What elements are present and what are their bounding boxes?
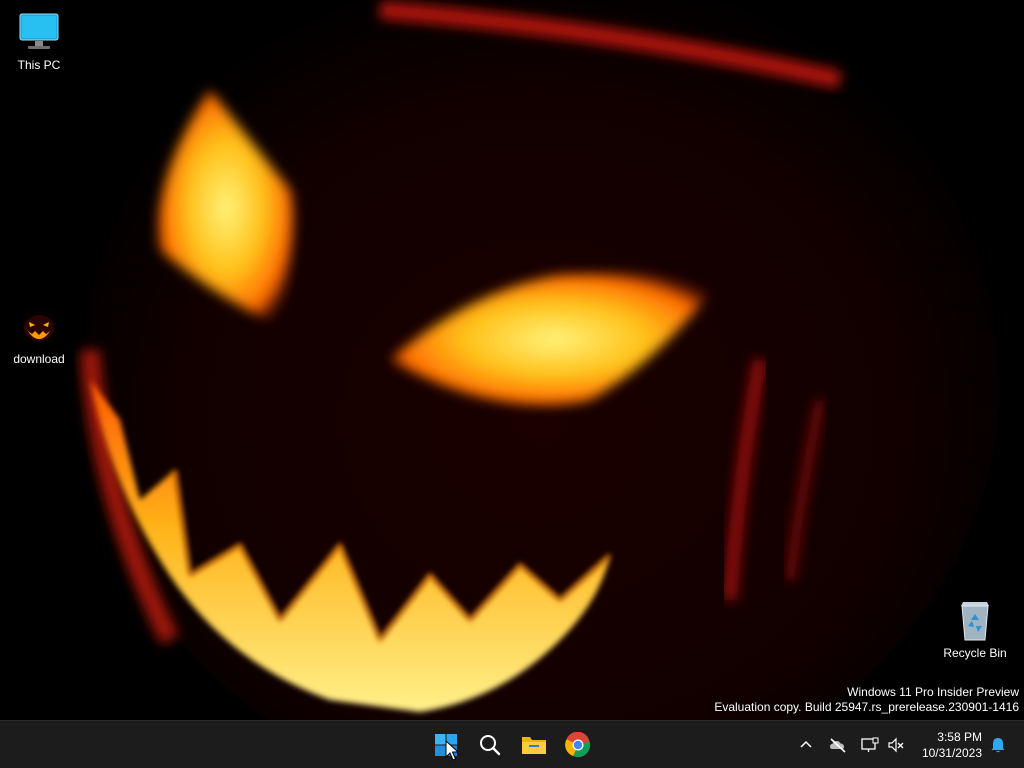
watermark-line-2: Evaluation copy. Build 25947.rs_prerelea… <box>714 700 1019 714</box>
desktop-icon-download[interactable]: download <box>1 302 77 367</box>
download-label: download <box>13 352 65 366</box>
chrome-icon <box>565 732 591 758</box>
file-explorer-button[interactable] <box>514 725 554 765</box>
volume-button[interactable] <box>884 733 908 757</box>
this-pc-label: This PC <box>17 58 61 72</box>
this-pc-icon <box>19 13 59 49</box>
display-icon <box>861 737 879 752</box>
recycle-bin-icon <box>961 602 989 641</box>
search-icon <box>480 735 501 756</box>
clock[interactable]: 3:58 PM 10/31/2023 <box>922 729 982 761</box>
search-button[interactable] <box>470 725 510 765</box>
folder-icon <box>522 737 546 754</box>
network-status-button[interactable] <box>826 733 850 757</box>
clock-time: 3:58 PM <box>937 730 982 744</box>
recycle-bin-label: Recycle Bin <box>943 646 1007 660</box>
chrome-button[interactable] <box>558 725 598 765</box>
pumpkin-wallpaper <box>0 0 1024 720</box>
volume-muted-icon <box>888 737 904 753</box>
bell-icon <box>991 738 1005 753</box>
desktop[interactable]: This PC download Recycle Bin Windows 11 … <box>0 0 1024 720</box>
desktop-icon-recycle-bin[interactable]: Recycle Bin <box>937 596 1013 661</box>
desktop-icon-this-pc[interactable]: This PC <box>1 8 77 73</box>
display-button[interactable] <box>858 733 882 757</box>
taskbar: 3:58 PM 10/31/2023 <box>0 720 1024 768</box>
show-hidden-icons-button[interactable] <box>794 733 818 757</box>
pumpkin-image-icon <box>21 308 57 344</box>
network-offline-icon <box>830 738 846 753</box>
evaluation-watermark: Windows 11 Pro Insider Preview Evaluatio… <box>714 685 1019 715</box>
chevron-up-icon <box>800 740 812 748</box>
mouse-cursor-icon <box>445 740 459 761</box>
watermark-line-1: Windows 11 Pro Insider Preview <box>847 685 1019 699</box>
notifications-button[interactable] <box>986 733 1010 757</box>
clock-date: 10/31/2023 <box>921 746 982 760</box>
